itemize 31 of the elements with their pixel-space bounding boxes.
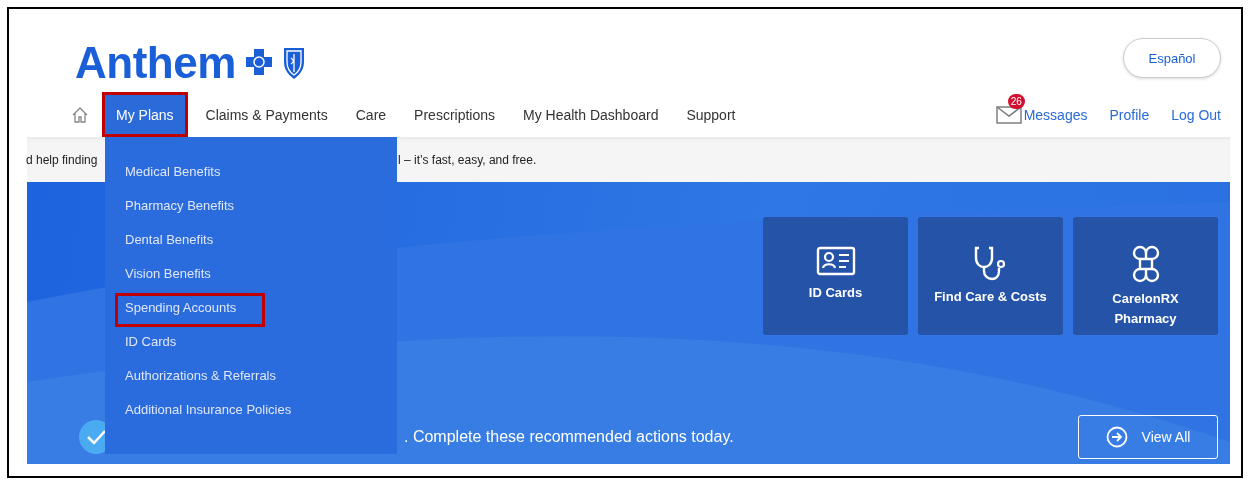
message-count-badge: 26 <box>1007 93 1025 109</box>
id-card-icon <box>815 245 856 277</box>
envelope-icon[interactable] <box>995 105 1022 124</box>
messages-link[interactable]: Messages <box>1023 106 1088 123</box>
quick-link-card[interactable]: CarelonRX Pharmacy <box>1073 217 1218 335</box>
notice-text: d help finding <box>26 152 99 167</box>
nav-tab[interactable]: Claims & Payments <box>191 92 342 137</box>
arrow-circle-icon <box>1105 426 1128 448</box>
menu-item[interactable]: Spending Accounts <box>115 293 265 327</box>
actions-text: . Complete these recommended actions today. <box>404 428 735 446</box>
nav-tab[interactable]: Prescriptions <box>400 92 509 137</box>
menu-item[interactable]: Pharmacy Benefits <box>115 191 265 225</box>
account-link[interactable]: Profile <box>1109 106 1150 123</box>
view-all-button[interactable]: View All <box>1078 415 1218 459</box>
menu-item[interactable]: Additional Insurance Policies <box>115 395 312 429</box>
language-button[interactable]: Español <box>1123 38 1221 78</box>
nav-tab[interactable]: Support <box>672 92 750 137</box>
nav-tab[interactable]: Care <box>341 92 401 137</box>
menu-item[interactable]: ID Cards <box>115 327 265 361</box>
quick-link-card[interactable]: Find Care & Costs <box>918 217 1063 335</box>
menu-item[interactable]: Vision Benefits <box>115 259 265 293</box>
menu-item[interactable]: Dental Benefits <box>115 225 265 259</box>
notice-text: l – it’s fast, easy, and free. <box>398 152 537 167</box>
menu-item[interactable]: Medical Benefits <box>115 157 265 191</box>
logo-text[interactable]: Anthem <box>75 41 236 85</box>
account-link[interactable]: Log Out <box>1171 106 1221 123</box>
home-icon[interactable] <box>71 105 89 124</box>
nav-tab[interactable]: My Health Dashboard <box>509 92 673 137</box>
nav-tab[interactable]: My Plans <box>102 92 188 137</box>
quick-link-card[interactable]: ID Cards <box>763 217 908 335</box>
menu-item[interactable]: Authorizations & Referrals <box>115 361 296 395</box>
